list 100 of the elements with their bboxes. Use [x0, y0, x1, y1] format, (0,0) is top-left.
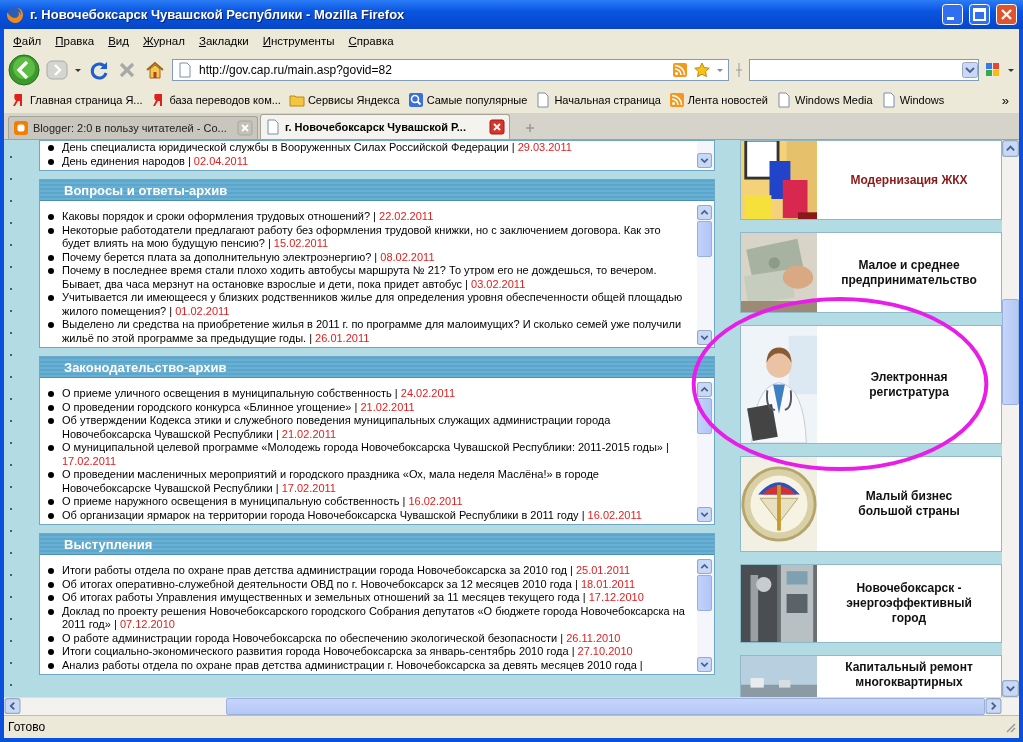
- bullet-icon: [48, 404, 54, 411]
- scroll-down-button[interactable]: [697, 330, 712, 345]
- bookmark-link[interactable]: Windows: [899, 94, 945, 106]
- banner-title: Малый бизнес большой страны: [857, 488, 961, 520]
- status-text: Готово: [8, 720, 46, 734]
- bookmark-link[interactable]: Сервисы Яндекса: [307, 94, 400, 106]
- menu-item[interactable]: Вид: [101, 33, 136, 49]
- news-link[interactable]: Об организации ярмарок на территории города Новочебоксарска Чувашской Республики в 2011 году | 16.02.2011: [62, 508, 689, 522]
- banner-card[interactable]: Новочебоксарск - энергоэффективный город: [740, 564, 1002, 643]
- news-link[interactable]: Итоги работы отдела по охране прав детства администрации города Новочебоксарска за 2010 год | 25.01.2011: [62, 564, 689, 578]
- banner-card[interactable]: Электронная регистратура: [740, 325, 1002, 444]
- bookmark-link[interactable]: Самые популярные: [426, 94, 528, 106]
- banner-title: Модернизация ЖКХ: [849, 171, 969, 189]
- bullet-icon: [48, 581, 54, 588]
- bullet-icon: [48, 499, 54, 505]
- news-link[interactable]: Анализ работы отдела по охране прав детства администрации г. Новочебоксарска за девять месяцев 2010 года |: [62, 658, 689, 672]
- scroll-up-button[interactable]: [1002, 140, 1019, 157]
- close-icon[interactable]: [489, 119, 505, 135]
- bullet-icon: [48, 512, 54, 519]
- back-button[interactable]: [8, 54, 40, 86]
- banner-title: Новочебоксарск - энергоэффективный город: [845, 580, 973, 627]
- vertical-scrollbar[interactable]: [1002, 140, 1019, 697]
- news-link[interactable]: О муниципальной целевой программе «Молодежь города Новочебоксарска Чувашской Республики: 2011-2015 годы» | 17.02.2011: [62, 441, 689, 468]
- browser-tab[interactable]: г. Новочебоксарск Чувашской Р...: [260, 114, 510, 139]
- minimize-button[interactable]: [942, 4, 963, 25]
- scroll-down-button[interactable]: [697, 657, 712, 672]
- news-link[interactable]: Некоторые работодатели предлагают работу без оформления трудовой книжки, но с заключением договора. Как это будет влиять на мою будущую пенсию? | 15.02.2011: [62, 223, 689, 251]
- bullet-icon: [48, 662, 54, 669]
- star-icon[interactable]: [694, 62, 710, 78]
- search-engine-icon[interactable]: [985, 62, 1001, 78]
- news-link[interactable]: Учитывается ли имеющееся у близких родственников жилье для определения уровня обеспеченности общей площадью жилого помещения? | 01.02.2011: [62, 291, 689, 318]
- banner-card[interactable]: Малое и среднее предпринимательство: [740, 232, 1002, 313]
- scrollbar[interactable]: [697, 205, 714, 345]
- news-link[interactable]: Об утверждении Кодекса этики и служебного поведения муниципальных служащих администрации города Новочебоксарска Чувашской Республики | 21.02.2011: [62, 414, 689, 441]
- news-link[interactable]: День специалиста юридической службы в Вооруженных Силах Российской Федерации | 29.03.2011: [62, 141, 689, 155]
- news-link[interactable]: О проведении масленичных мероприятий и городского праздника «Ох, мала неделя Маслёна!» в городе Новочебоксарске Чувашской Республики | 17.02.2011: [62, 468, 689, 495]
- scrollbar[interactable]: [697, 382, 714, 522]
- menu-item[interactable]: Закладки: [191, 33, 256, 49]
- menu-item[interactable]: Правка: [48, 33, 102, 49]
- banner-card[interactable]: Капитальный ремонт многоквартирных: [740, 655, 1002, 697]
- scroll-down-button[interactable]: [697, 507, 712, 522]
- scroll-thumb[interactable]: [226, 698, 986, 715]
- search-field[interactable]: [749, 59, 979, 81]
- browser-tab[interactable]: Blogger: 2:0 в пользу читателей - Co...: [8, 116, 258, 139]
- news-link[interactable]: О приеме уличного освещения в муниципальную собственность | 24.02.2011: [62, 387, 689, 401]
- news-link[interactable]: Каковы порядок и сроки оформления трудовых отношений? | 22.02.2011: [62, 210, 689, 224]
- menu-item[interactable]: Журнал: [135, 33, 192, 49]
- news-link[interactable]: Почему в последнее время стали плохо ходить автобусы маршрута № 21? То утром его не дождешься, то вечером. Бывает, два часа мерзнут на остановке взрослые и дети, пока придет автобус | 03.02.2011: [62, 264, 689, 291]
- scroll-down-button[interactable]: [1002, 680, 1019, 697]
- menu-item[interactable]: Файл: [6, 33, 49, 49]
- scroll-right-button[interactable]: [985, 698, 1003, 714]
- maximize-button[interactable]: [969, 4, 990, 25]
- rss-icon[interactable]: [672, 62, 688, 78]
- bookmark-link[interactable]: Начальная страница: [554, 94, 661, 106]
- news-link[interactable]: День единения народов | 02.04.2011: [62, 154, 689, 168]
- bullet-icon: [48, 418, 54, 424]
- banner-title: Электронная регистратура: [868, 368, 950, 401]
- close-button[interactable]: [996, 4, 1017, 25]
- scroll-up-button[interactable]: [697, 559, 712, 574]
- scroll-thumb[interactable]: [697, 575, 712, 611]
- window-title: г. Новочебоксарск Чувашской Республики - Mozilla Firefox: [30, 7, 406, 22]
- scroll-down-button[interactable]: [697, 153, 712, 168]
- news-link[interactable]: О приеме наружного освещения в муниципальную собственность | 16.02.2011: [62, 495, 689, 509]
- dropdown-button[interactable]: [962, 62, 978, 78]
- news-link[interactable]: Об итогах работы Управления имущественных и земельных отношений за 11 месяцев текущего года | 17.12.2010: [62, 591, 689, 605]
- banner-title: Малое и среднее предпринимательство: [840, 256, 978, 289]
- more-bookmarks-button[interactable]: »: [1001, 92, 1015, 108]
- folder-icon: [288, 92, 305, 108]
- home-icon[interactable]: [144, 59, 166, 81]
- scroll-up-button[interactable]: [697, 205, 712, 220]
- news-link[interactable]: О работе администрации города Новочебоксарска по обеспечению экологической безопасности | 26.11.2010: [62, 631, 689, 645]
- scrollbar[interactable]: [697, 559, 714, 672]
- forward-button[interactable]: [46, 59, 68, 81]
- menu-item[interactable]: Справка: [341, 33, 401, 49]
- bookmark-link[interactable]: Главная страница Я...: [30, 94, 143, 106]
- news-link[interactable]: Почему берется плата за дополнительную электроэнергию? | 08.02.2011: [62, 250, 689, 264]
- scroll-up-button[interactable]: [697, 382, 712, 397]
- address-field[interactable]: http://gov.cap.ru/main.asp?govid=82: [172, 59, 729, 81]
- bullet-icon: [48, 214, 54, 220]
- horizontal-scrollbar[interactable]: [4, 697, 1019, 715]
- news-link[interactable]: Об итогах оперативно-служебной деятельности ОВД по г. Новочебоксарск за 12 месяцев 2010 года | 18.01.2011: [62, 577, 689, 591]
- news-link[interactable]: Доклад по проекту решения Новочебоксарского городского Собрания депутатов «О бюджете города Новочебоксарска на 2011 год» | 07.12.2010: [62, 604, 689, 632]
- banner-card[interactable]: Модернизация ЖКХ: [740, 140, 1002, 220]
- favicon-icon: [13, 120, 29, 136]
- scroll-left-button[interactable]: [4, 698, 21, 714]
- scrollbar[interactable]: [697, 141, 714, 168]
- scroll-thumb[interactable]: [1002, 299, 1019, 405]
- bullet-icon: [48, 472, 54, 478]
- news-link[interactable]: О проведении городского конкурса «Блинное угощение» | 21.02.2011: [62, 400, 689, 414]
- news-link[interactable]: Итоги социально-экономического развития города Новочебоксарска за январь-сентябрь 2010 года | 27.10.2010: [62, 645, 689, 659]
- news-link[interactable]: Выделено ли средства на приобретение жилья в 2011 г. по программе для малоимущих? И сколько семей уже получили жильё по этой программе за предыдущие годы. | 26.01.2011: [62, 318, 689, 345]
- scroll-thumb[interactable]: [697, 221, 712, 257]
- panel-title: Законодательство-архив: [64, 359, 227, 375]
- menu-item[interactable]: Инструменты: [255, 33, 342, 49]
- bookmark-link[interactable]: Лента новостей: [687, 94, 769, 106]
- bullet-icon: [48, 254, 54, 261]
- resize-grip-icon[interactable]: [735, 62, 743, 78]
- bookmark-link[interactable]: Windows Media: [795, 94, 873, 106]
- banner-card[interactable]: Малый бизнес большой страны: [740, 456, 1002, 552]
- bookmark-link[interactable]: база переводов ком...: [169, 94, 281, 106]
